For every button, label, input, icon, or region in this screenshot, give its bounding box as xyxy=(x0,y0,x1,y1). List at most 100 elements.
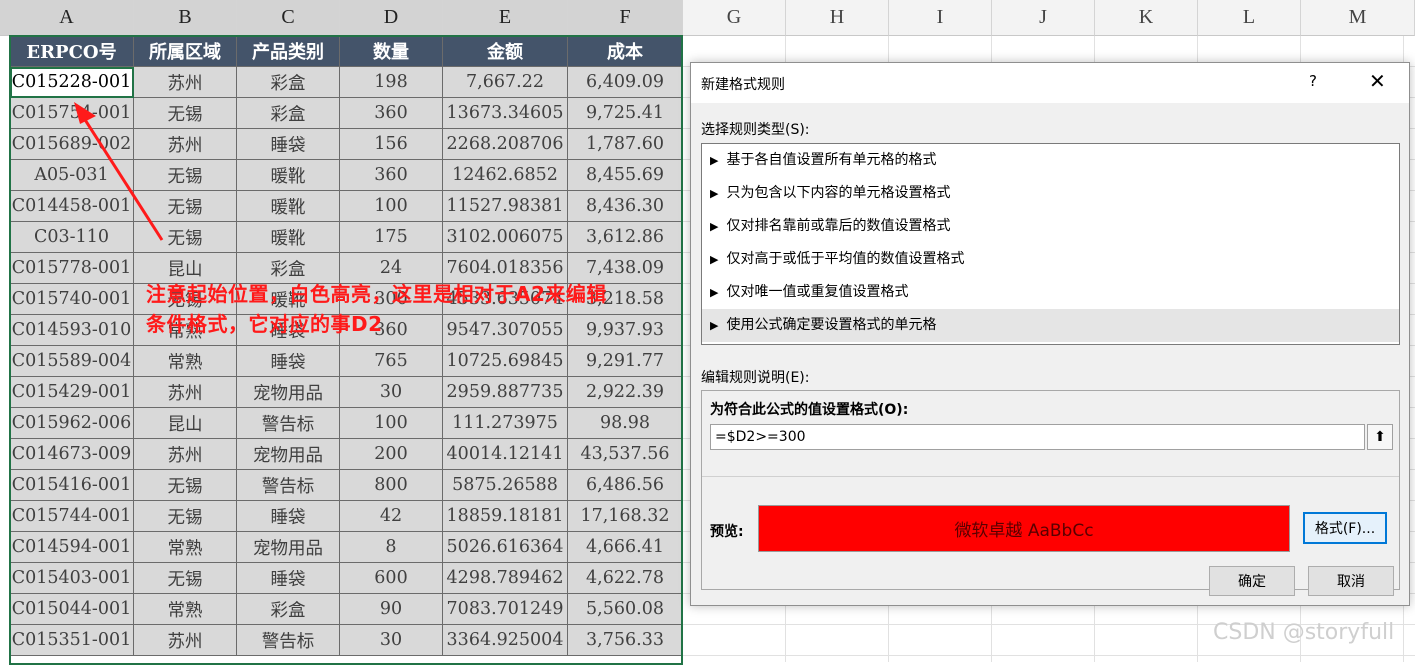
cell-amount[interactable]: 7,667.22 xyxy=(443,67,568,98)
cell-region[interactable]: 无锡 xyxy=(134,501,237,532)
cell-amount[interactable]: 13673.34605 xyxy=(443,98,568,129)
cell-cost[interactable]: 3,612.86 xyxy=(568,222,683,253)
cell-erpco[interactable]: C015962-006 xyxy=(10,408,134,439)
column-header-d[interactable]: D xyxy=(340,0,443,36)
cell-region[interactable]: 苏州 xyxy=(134,377,237,408)
formula-input[interactable]: =$D2>=300 xyxy=(710,424,1365,450)
cell-amount[interactable]: 5875.26588 xyxy=(443,470,568,501)
cell-quantity[interactable]: 600 xyxy=(340,563,443,594)
cell-category[interactable]: 暖靴 xyxy=(237,222,340,253)
cell-erpco[interactable]: C015589-004 xyxy=(10,346,134,377)
column-header-e[interactable]: E xyxy=(443,0,568,36)
cell-amount[interactable]: 5026.616364 xyxy=(443,532,568,563)
cell-category[interactable]: 彩盒 xyxy=(237,594,340,625)
cell-amount[interactable]: 11527.98381 xyxy=(443,191,568,222)
cell-quantity[interactable]: 175 xyxy=(340,222,443,253)
cell-region[interactable]: 无锡 xyxy=(134,160,237,191)
cell-category[interactable]: 警告标 xyxy=(237,625,340,656)
column-header-k[interactable]: K xyxy=(1095,0,1198,36)
cell-amount[interactable]: 7083.701249 xyxy=(443,594,568,625)
header-cell-cost[interactable]: 成本 xyxy=(568,36,683,67)
cell-cost[interactable]: 17,168.32 xyxy=(568,501,683,532)
cell-category[interactable]: 彩盒 xyxy=(237,67,340,98)
cell-category[interactable]: 睡袋 xyxy=(237,129,340,160)
cell-quantity[interactable]: 156 xyxy=(340,129,443,160)
cell-erpco[interactable]: C014593-010 xyxy=(10,315,134,346)
header-cell-region[interactable]: 所属区域 xyxy=(134,36,237,67)
cell-category[interactable]: 宠物用品 xyxy=(237,377,340,408)
cell-region[interactable]: 苏州 xyxy=(134,625,237,656)
column-header-g[interactable]: G xyxy=(683,0,786,36)
cell-cost[interactable]: 5,560.08 xyxy=(568,594,683,625)
column-header-f[interactable]: F xyxy=(568,0,683,36)
cell-quantity[interactable]: 42 xyxy=(340,501,443,532)
cell-region[interactable]: 无锡 xyxy=(134,470,237,501)
cell-erpco[interactable]: C03-110 xyxy=(10,222,134,253)
column-header-i[interactable]: I xyxy=(889,0,992,36)
cell-category[interactable]: 睡袋 xyxy=(237,563,340,594)
rule-type-item[interactable]: ▶ 基于各自值设置所有单元格的格式 xyxy=(702,144,1399,177)
cell-erpco[interactable]: A05-031 xyxy=(10,160,134,191)
cell-region[interactable]: 苏州 xyxy=(134,67,237,98)
cell-region[interactable]: 常熟 xyxy=(134,532,237,563)
cell-erpco[interactable]: C014594-001 xyxy=(10,532,134,563)
cell-amount[interactable]: 40014.12141 xyxy=(443,439,568,470)
cell-region[interactable]: 苏州 xyxy=(134,129,237,160)
cell-region[interactable]: 常熟 xyxy=(134,594,237,625)
collapse-dialog-icon[interactable]: ⬆ xyxy=(1367,424,1393,450)
rule-type-item[interactable]: ▶ 只为包含以下内容的单元格设置格式 xyxy=(702,177,1399,210)
cell-region[interactable]: 苏州 xyxy=(134,439,237,470)
cell-cost[interactable]: 6,409.09 xyxy=(568,67,683,98)
rule-type-item[interactable]: ▶ 使用公式确定要设置格式的单元格 xyxy=(702,309,1399,342)
cell-erpco[interactable]: C015429-001 xyxy=(10,377,134,408)
cell-region[interactable]: 无锡 xyxy=(134,191,237,222)
cell-category[interactable]: 暖靴 xyxy=(237,191,340,222)
dialog-titlebar[interactable]: 新建格式规则 ? ✕ xyxy=(691,63,1409,103)
cell-erpco[interactable]: C015044-001 xyxy=(10,594,134,625)
cell-cost[interactable]: 98.98 xyxy=(568,408,683,439)
cell-region[interactable]: 无锡 xyxy=(134,563,237,594)
column-header-b[interactable]: B xyxy=(134,0,237,36)
rule-type-item[interactable]: ▶ 仅对高于或低于平均值的数值设置格式 xyxy=(702,243,1399,276)
cell-region[interactable]: 无锡 xyxy=(134,98,237,129)
cell-amount[interactable]: 111.273975 xyxy=(443,408,568,439)
column-header-m[interactable]: M xyxy=(1301,0,1415,36)
cell-cost[interactable]: 6,486.56 xyxy=(568,470,683,501)
cell-erpco[interactable]: C015754-001 xyxy=(10,98,134,129)
cell-cost[interactable]: 4,622.78 xyxy=(568,563,683,594)
cell-category[interactable]: 警告标 xyxy=(237,470,340,501)
header-cell-erpco[interactable]: ERPCO号 xyxy=(10,36,134,67)
cell-category[interactable]: 宠物用品 xyxy=(237,532,340,563)
cell-cost[interactable]: 4,666.41 xyxy=(568,532,683,563)
cell-cost[interactable]: 9,725.41 xyxy=(568,98,683,129)
cell-cost[interactable]: 8,436.30 xyxy=(568,191,683,222)
cell-quantity[interactable]: 360 xyxy=(340,160,443,191)
cell-cost[interactable]: 3,756.33 xyxy=(568,625,683,656)
cell-cost[interactable]: 9,291.77 xyxy=(568,346,683,377)
cell-cost[interactable]: 1,787.60 xyxy=(568,129,683,160)
cell-amount[interactable]: 2268.208706 xyxy=(443,129,568,160)
cell-erpco[interactable]: C014458-001 xyxy=(10,191,134,222)
cell-quantity[interactable]: 30 xyxy=(340,377,443,408)
column-header-a[interactable]: A xyxy=(0,0,134,36)
cell-quantity[interactable]: 100 xyxy=(340,191,443,222)
cell-region[interactable]: 昆山 xyxy=(134,408,237,439)
cell-category[interactable]: 睡袋 xyxy=(237,501,340,532)
cell-erpco[interactable]: C015228-001 xyxy=(10,67,134,98)
help-icon[interactable]: ? xyxy=(1309,72,1317,90)
cell-cost[interactable]: 2,922.39 xyxy=(568,377,683,408)
cell-erpco[interactable]: C015689-002 xyxy=(10,129,134,160)
cell-quantity[interactable]: 800 xyxy=(340,470,443,501)
format-button[interactable]: 格式(F)... xyxy=(1303,512,1387,544)
header-cell-category[interactable]: 产品类别 xyxy=(237,36,340,67)
cell-amount[interactable]: 3102.006075 xyxy=(443,222,568,253)
cell-category[interactable]: 彩盒 xyxy=(237,98,340,129)
column-header-j[interactable]: J xyxy=(992,0,1095,36)
cell-region[interactable]: 常熟 xyxy=(134,346,237,377)
header-cell-quantity[interactable]: 数量 xyxy=(340,36,443,67)
cell-quantity[interactable]: 765 xyxy=(340,346,443,377)
cell-erpco[interactable]: C015403-001 xyxy=(10,563,134,594)
cell-quantity[interactable]: 200 xyxy=(340,439,443,470)
header-cell-amount[interactable]: 金额 xyxy=(443,36,568,67)
cell-category[interactable]: 宠物用品 xyxy=(237,439,340,470)
